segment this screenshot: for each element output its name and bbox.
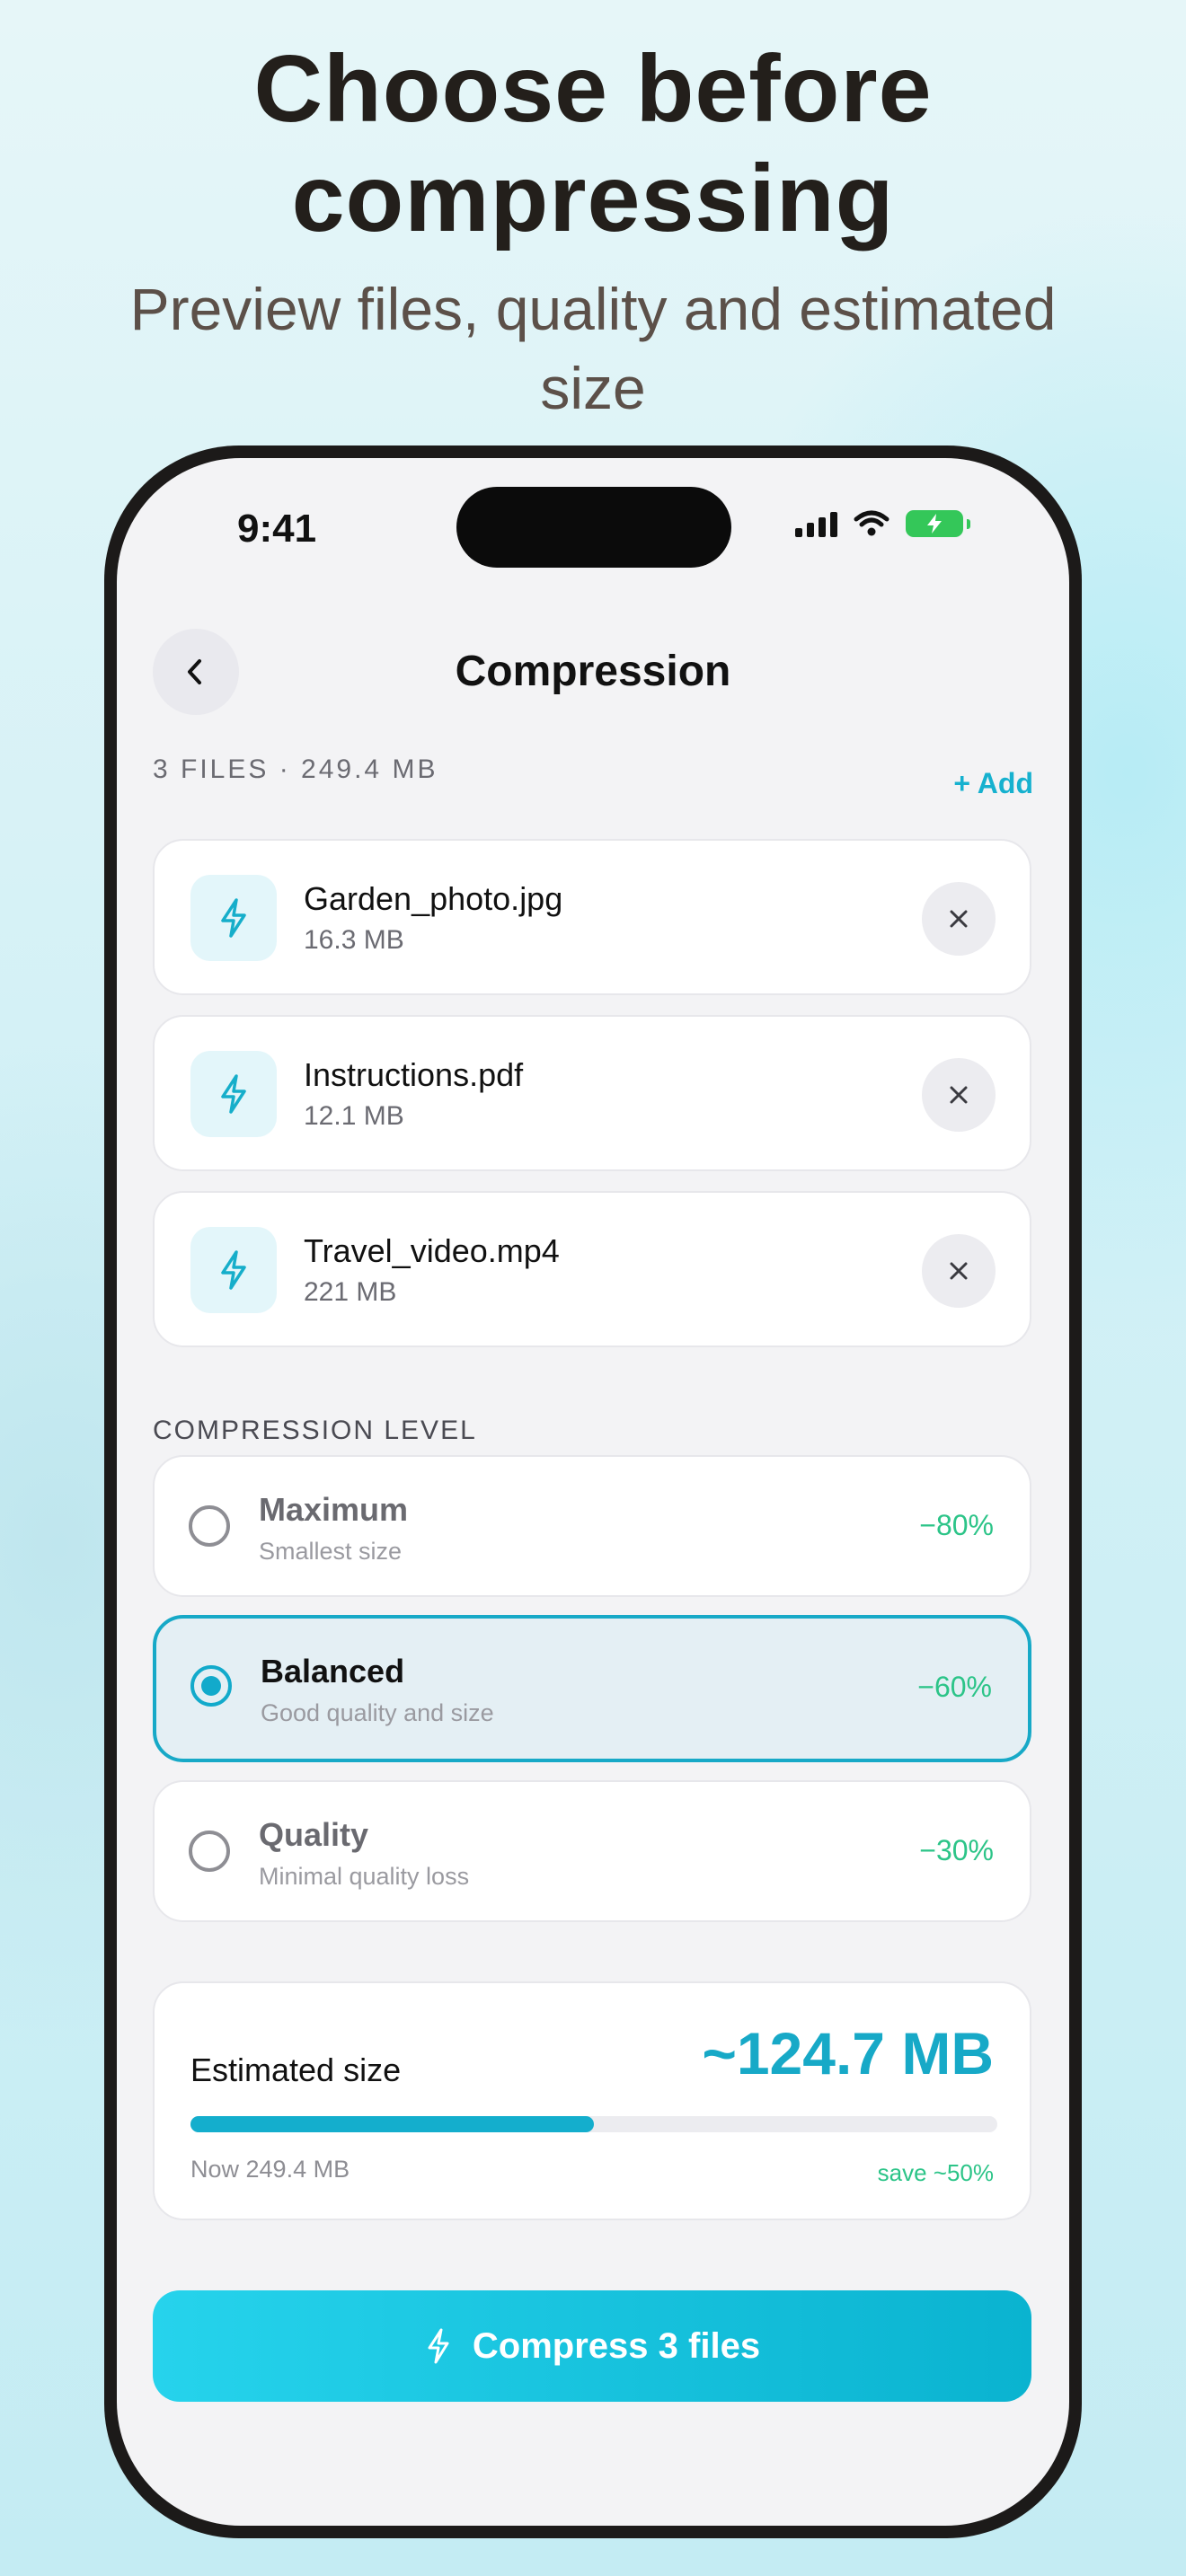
close-icon [950, 1086, 968, 1104]
file-name: Travel_video.mp4 [304, 1232, 560, 1269]
file-item: Instructions.pdf 12.1 MB [153, 1015, 1031, 1171]
lightning-icon [221, 1074, 246, 1114]
subheadline: Preview files, quality and estimated siz… [129, 276, 1057, 421]
compression-option-balanced[interactable]: Balanced Good quality and size −60% [153, 1615, 1031, 1762]
size-progress-bar [190, 2116, 997, 2132]
phone-screen: 9:41 Compression 3 FILES · 249.4 MB + Ad… [117, 458, 1069, 2526]
option-name: Maximum [259, 1491, 409, 1528]
compression-level-label: COMPRESSION LEVEL [153, 1416, 477, 1445]
files-count-label: 3 FILES · 249.4 MB [153, 754, 438, 784]
compression-option-quality[interactable]: Quality Minimal quality loss −30% [153, 1780, 1031, 1922]
remove-file-button[interactable] [922, 882, 996, 956]
close-icon [950, 910, 968, 928]
option-reduction: −60% [917, 1671, 992, 1703]
savings-label: save ~50% [877, 2159, 994, 2186]
file-item: Garden_photo.jpg 16.3 MB [153, 839, 1031, 995]
radio-button[interactable] [189, 1831, 230, 1872]
compress-button[interactable]: Compress 3 files [153, 2290, 1031, 2402]
compress-button-label: Compress 3 files [472, 2325, 761, 2366]
option-name: Quality [259, 1816, 369, 1853]
file-size: 221 MB [304, 1277, 397, 1307]
option-description: Good quality and size [261, 1699, 494, 1726]
file-size: 16.3 MB [304, 925, 404, 955]
lightning-icon [221, 1250, 246, 1290]
status-icons [795, 510, 970, 537]
lightning-icon [428, 2328, 449, 2364]
file-type-icon [190, 1051, 277, 1137]
compression-option-maximum[interactable]: Maximum Smallest size −80% [153, 1455, 1031, 1597]
file-type-icon [190, 1227, 277, 1313]
cellular-signal-icon [795, 510, 837, 537]
remove-file-button[interactable] [922, 1058, 996, 1132]
option-name: Balanced [261, 1653, 405, 1689]
headline: Choose before compressing [253, 36, 933, 251]
charging-bolt-icon [927, 514, 942, 534]
file-item: Travel_video.mp4 221 MB [153, 1191, 1031, 1347]
battery-icon [906, 510, 970, 537]
estimated-size-card: Estimated size ~124.7 MB Now 249.4 MB sa… [153, 1981, 1031, 2220]
close-icon [950, 1262, 968, 1280]
file-name: Instructions.pdf [304, 1056, 524, 1093]
file-size: 12.1 MB [304, 1101, 404, 1131]
wifi-icon [854, 510, 890, 536]
current-size-label: Now 249.4 MB [190, 2156, 350, 2183]
estimated-size-label: Estimated size [190, 2051, 402, 2088]
estimated-size-value: ~124.7 MB [702, 2020, 994, 2086]
status-time: 9:41 [237, 507, 317, 551]
dynamic-island [456, 487, 731, 568]
file-name: Garden_photo.jpg [304, 880, 563, 917]
option-description: Smallest size [259, 1538, 403, 1565]
lightning-icon [221, 898, 246, 938]
radio-button[interactable] [189, 1505, 230, 1547]
add-files-button[interactable]: + Add [953, 767, 1033, 800]
size-progress-fill [190, 2116, 594, 2132]
phone-frame: 9:41 Compression 3 FILES · 249.4 MB + Ad… [104, 446, 1082, 2538]
file-type-icon [190, 875, 277, 961]
option-reduction: −80% [919, 1509, 994, 1541]
remove-file-button[interactable] [922, 1234, 996, 1308]
option-description: Minimal quality loss [259, 1863, 470, 1890]
option-reduction: −30% [919, 1834, 994, 1866]
radio-button-selected[interactable] [190, 1665, 232, 1707]
page-title: Compression [455, 648, 731, 695]
